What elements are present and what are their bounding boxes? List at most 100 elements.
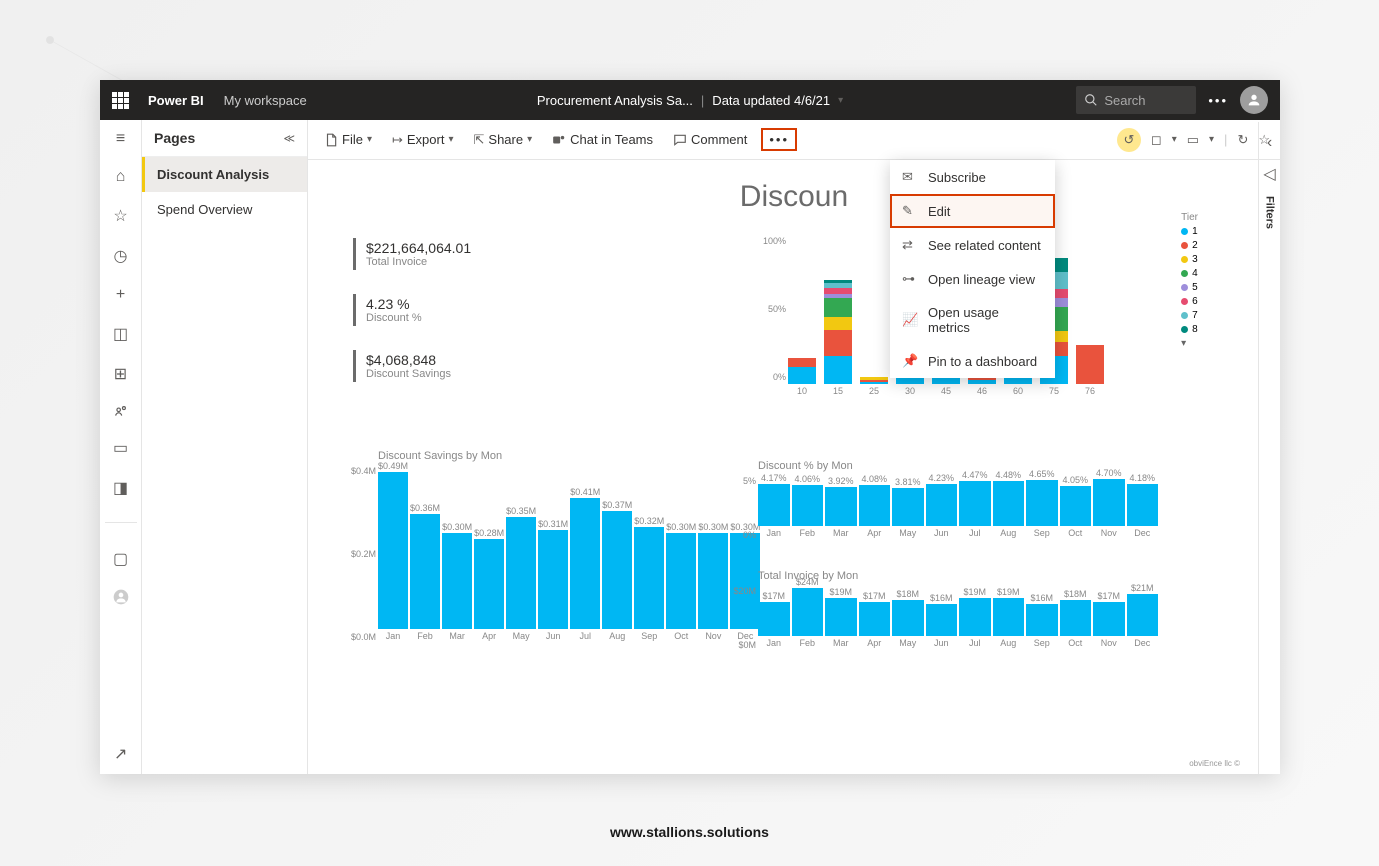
data-updated-label[interactable]: Data updated 4/6/21 xyxy=(712,93,830,108)
report-name[interactable]: Procurement Analysis Sa... xyxy=(537,93,693,108)
bar[interactable]: $0.41MJul xyxy=(570,487,600,641)
bar[interactable]: $0.35MMay xyxy=(506,506,536,641)
chart-savings-mon[interactable]: Discount Savings by Mon $0.4M$0.2M$0.0M … xyxy=(378,450,738,670)
legend-item[interactable]: 4 xyxy=(1181,268,1198,279)
learn-icon[interactable]: ▭ xyxy=(113,438,128,458)
bar[interactable]: $0.30MNov xyxy=(698,522,728,641)
apps-icon[interactable]: ⊞ xyxy=(114,364,127,384)
filters-panel-collapsed[interactable]: ‹ ◁ Filters xyxy=(1258,122,1280,774)
user-icon[interactable] xyxy=(113,589,129,605)
bar[interactable]: $0.30MOct xyxy=(666,522,696,641)
bar[interactable]: $0.31MJun xyxy=(538,519,568,641)
bar[interactable]: $18MOct xyxy=(1060,589,1092,648)
home-icon[interactable]: ⌂ xyxy=(116,168,126,186)
bar[interactable]: $0.32MSep xyxy=(634,516,664,641)
stacked-bar[interactable] xyxy=(824,280,852,384)
legend-item[interactable]: 5 xyxy=(1181,282,1198,293)
bar[interactable]: $21MDec xyxy=(1127,583,1159,648)
stacked-bar[interactable] xyxy=(860,377,888,384)
workspace-link[interactable]: My workspace xyxy=(224,93,307,108)
bar[interactable]: $17MNov xyxy=(1093,591,1125,648)
bar[interactable]: $0.30MMar xyxy=(442,522,472,641)
report-title: Discoun xyxy=(338,180,1250,214)
legend-item[interactable]: 7 xyxy=(1181,310,1198,321)
legend-item[interactable]: 2 xyxy=(1181,240,1198,251)
stacked-bar[interactable] xyxy=(788,358,816,384)
bar[interactable]: 4.08%Apr xyxy=(859,474,891,538)
stacked-bar[interactable] xyxy=(1076,345,1104,384)
bar[interactable]: $0.28MApr xyxy=(474,528,504,641)
bar[interactable]: $19MJul xyxy=(959,587,991,648)
expand-icon[interactable]: ↗ xyxy=(114,744,127,764)
legend-item[interactable]: 1 xyxy=(1181,226,1198,237)
bar[interactable]: $19MMar xyxy=(825,587,857,648)
expand-filters-icon[interactable]: ‹ xyxy=(1267,134,1272,152)
bar[interactable]: 3.81%May xyxy=(892,477,924,538)
bar[interactable]: 4.65%Sep xyxy=(1026,469,1058,539)
bar[interactable]: $0.49MJan xyxy=(378,461,408,641)
chart-invoice-mon[interactable]: Total Invoice by Mon $20M$0M $17MJan$24M… xyxy=(758,570,1158,665)
bar[interactable]: $19MAug xyxy=(993,587,1025,648)
page-item[interactable]: Spend Overview xyxy=(142,192,307,227)
more-header-icon[interactable]: ••• xyxy=(1208,93,1228,108)
legend-item[interactable]: 6 xyxy=(1181,296,1198,307)
bar[interactable]: 4.48%Aug xyxy=(993,470,1025,538)
menu-item-see-related-content[interactable]: ⇄See related content xyxy=(890,228,1055,262)
export-menu[interactable]: ↦Export▾ xyxy=(386,128,460,152)
bar[interactable]: 4.06%Feb xyxy=(792,474,824,538)
bar[interactable]: $16MSep xyxy=(1026,593,1058,648)
legend-item[interactable]: 3 xyxy=(1181,254,1198,265)
chart-discount-pct[interactable]: Discount % by Mon 5%0% 4.17%Jan4.06%Feb3… xyxy=(758,460,1158,555)
menu-item-open-lineage-view[interactable]: ⊶Open lineage view xyxy=(890,262,1055,296)
kpi-card: 4.23 %Discount % xyxy=(353,294,471,326)
bar[interactable]: $0.37MAug xyxy=(602,500,632,641)
menu-item-edit[interactable]: ✎Edit xyxy=(890,194,1055,228)
bar[interactable]: 4.23%Jun xyxy=(926,473,958,538)
workspaces-icon[interactable]: ◨ xyxy=(113,478,128,498)
user-avatar[interactable] xyxy=(1240,86,1268,114)
bar[interactable]: $17MApr xyxy=(859,591,891,648)
bar[interactable]: 4.05%Oct xyxy=(1060,475,1092,539)
chat-teams-button[interactable]: Chat in Teams xyxy=(546,128,659,151)
share-button[interactable]: ⇱Share▾ xyxy=(468,128,539,152)
recent-icon[interactable]: ◷ xyxy=(114,246,128,266)
chevron-down-icon[interactable]: ▾ xyxy=(838,95,843,106)
my-workspace-icon[interactable]: ▢ xyxy=(113,549,128,569)
datasets-icon[interactable]: ◫ xyxy=(113,324,128,344)
shared-icon[interactable] xyxy=(114,404,128,418)
share-nodes-icon: ⇄ xyxy=(902,237,918,253)
file-menu[interactable]: File▾ xyxy=(318,128,378,151)
search-input[interactable]: Search xyxy=(1076,86,1196,114)
export-icon: ↦ xyxy=(392,132,403,148)
favorites-icon[interactable]: ☆ xyxy=(113,206,127,226)
legend-item[interactable]: 8 xyxy=(1181,324,1198,335)
bar[interactable]: 3.92%Mar xyxy=(825,476,857,538)
bar[interactable]: 4.17%Jan xyxy=(758,473,790,538)
reset-button[interactable]: ↺ xyxy=(1117,128,1141,152)
comment-button[interactable]: Comment xyxy=(667,128,753,151)
bar[interactable]: $18MMay xyxy=(892,589,924,648)
bar[interactable]: 4.47%Jul xyxy=(959,470,991,538)
filter-toggle-icon[interactable]: ◁ xyxy=(1263,164,1275,184)
create-icon[interactable]: + xyxy=(116,286,125,304)
credit-label: obviEnce llc © xyxy=(1189,759,1240,768)
collapse-pages-icon[interactable]: ≪ xyxy=(283,132,295,145)
bar[interactable]: $16MJun xyxy=(926,593,958,648)
menu-item-open-usage-metrics[interactable]: 📈Open usage metrics xyxy=(890,296,1055,344)
legend-tier: Tier12345678▾ xyxy=(1181,212,1198,349)
app-launcher-icon[interactable] xyxy=(112,92,128,108)
bar[interactable]: $0.36MFeb xyxy=(410,503,440,641)
view-mode-icon[interactable]: ▭ xyxy=(1187,132,1199,148)
page-item[interactable]: Discount Analysis xyxy=(142,157,307,192)
bar[interactable]: 4.70%Nov xyxy=(1093,468,1125,538)
more-options-button[interactable]: ••• xyxy=(761,128,797,151)
menu-item-subscribe[interactable]: ✉Subscribe xyxy=(890,160,1055,194)
bookmark-icon[interactable]: ◻ xyxy=(1151,132,1162,148)
bar[interactable]: $24MFeb xyxy=(792,577,824,648)
bar[interactable]: 4.18%Dec xyxy=(1127,473,1159,538)
refresh-icon[interactable]: ↻ xyxy=(1237,132,1248,148)
hamburger-icon[interactable]: ≡ xyxy=(116,130,125,148)
bar[interactable]: $17MJan xyxy=(758,591,790,648)
metrics-icon: 📈 xyxy=(902,312,918,328)
menu-item-pin-to-a-dashboard[interactable]: 📌Pin to a dashboard xyxy=(890,344,1055,378)
